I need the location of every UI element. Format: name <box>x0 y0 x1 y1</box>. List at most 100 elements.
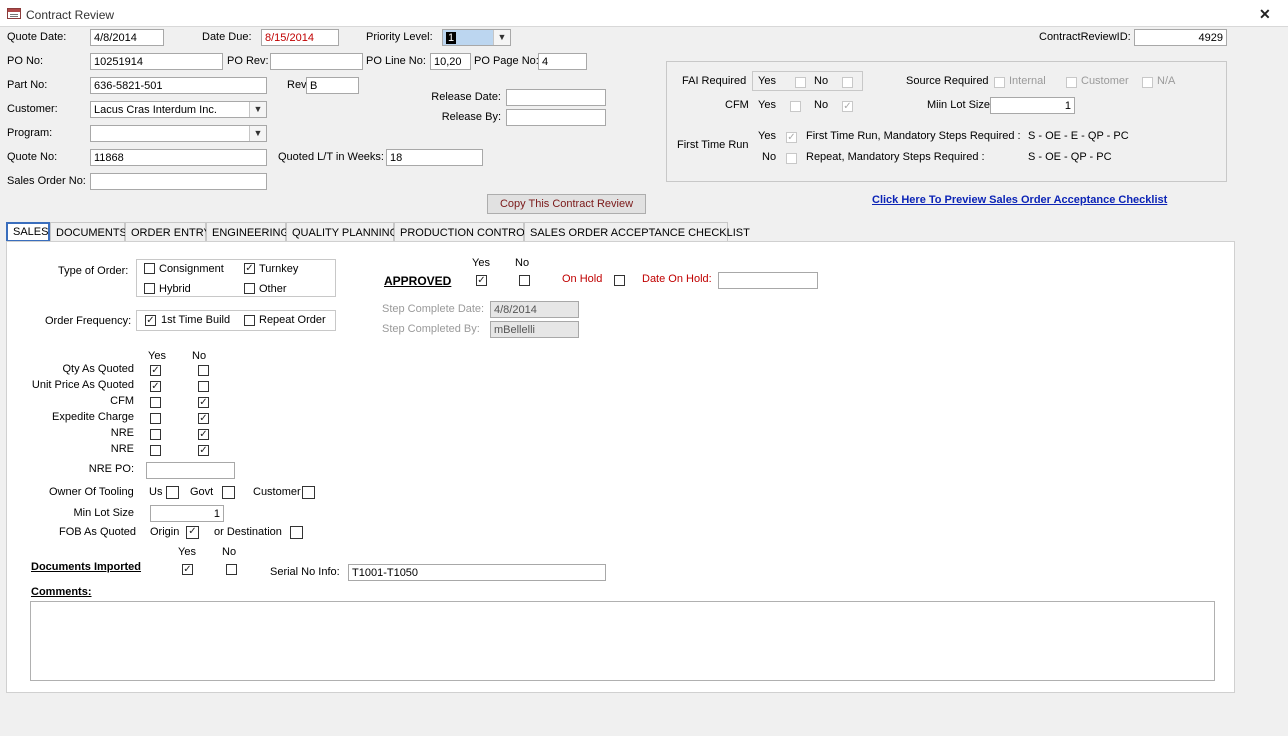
ftr-steps: S - OE - E - QP - PC <box>1028 130 1129 142</box>
tab-sales-order-acceptance-checklist[interactable]: SALES ORDER ACCEPTANCE CHECKLIST <box>524 222 750 242</box>
cfm-yes-checkbox[interactable] <box>790 101 801 112</box>
tab-sales[interactable]: SALES <box>6 222 50 242</box>
contract-review-id-input[interactable]: 4929 <box>1134 29 1227 46</box>
ftr-no-checkbox[interactable] <box>786 153 797 164</box>
fob-destination-checkbox[interactable] <box>290 526 303 539</box>
repeat-order-checkbox[interactable] <box>244 315 255 326</box>
tab-documents[interactable]: DOCUMENTS <box>50 222 127 242</box>
hybrid-checkbox[interactable] <box>144 283 155 294</box>
min-lot-size-sales-label: Min Lot Size <box>73 507 134 519</box>
po-line-no-input[interactable]: 10,20 <box>430 53 471 70</box>
min-lot-size-sales-input[interactable]: 1 <box>150 505 224 522</box>
fai-no-checkbox[interactable] <box>842 77 853 88</box>
tooling-us-checkbox[interactable] <box>166 486 179 499</box>
po-rev-input[interactable] <box>270 53 363 70</box>
quote-date-input[interactable]: 4/8/2014 <box>90 29 164 46</box>
release-date-label: Release Date: <box>431 91 501 103</box>
date-on-hold-input[interactable] <box>718 272 818 289</box>
program-combo[interactable]: ▼ <box>90 125 267 142</box>
approved-yes-checkbox[interactable]: ✓ <box>476 275 487 286</box>
tab-order-entry[interactable]: ORDER ENTRY <box>125 222 211 242</box>
fai-no-label: No <box>814 75 829 87</box>
fai-required-label: FAI Required <box>682 75 747 87</box>
on-hold-checkbox[interactable] <box>614 275 625 286</box>
priority-level-label: Priority Level: <box>366 31 433 43</box>
consignment-checkbox[interactable] <box>144 263 155 274</box>
chevron-down-icon[interactable]: ▼ <box>249 126 266 141</box>
fai-yes-checkbox[interactable] <box>795 77 806 88</box>
tab-engineering[interactable]: ENGINEERING <box>206 222 289 242</box>
form-icon <box>7 8 21 19</box>
source-internal-checkbox[interactable] <box>994 77 1005 88</box>
release-by-label: Release By: <box>441 111 501 123</box>
rev-input[interactable]: B <box>306 77 359 94</box>
comments-textarea[interactable] <box>30 601 1215 681</box>
step-completed-by-input[interactable]: mBellelli <box>490 321 579 338</box>
unit-price-no-checkbox[interactable] <box>198 381 209 392</box>
first-time-build-label: 1st Time Build <box>161 314 231 326</box>
copy-contract-review-button[interactable]: Copy This Contract Review <box>487 194 646 214</box>
qty-as-quoted-label: Qty As Quoted <box>62 363 134 375</box>
tooling-customer-checkbox[interactable] <box>302 486 315 499</box>
cfm-label: CFM <box>725 99 749 111</box>
sales-order-no-input[interactable] <box>90 173 267 190</box>
expedite-charge-yes-checkbox[interactable] <box>150 413 161 424</box>
chevron-down-icon[interactable]: ▼ <box>249 102 266 117</box>
cfm-row-no-checkbox[interactable]: ✓ <box>198 397 209 408</box>
quoted-lt-label: Quoted L/T in Weeks: <box>278 151 384 163</box>
tab-production-control[interactable]: PRODUCTION CONTROL <box>394 222 531 242</box>
approved-no-checkbox[interactable] <box>519 275 530 286</box>
quote-no-input[interactable]: 11868 <box>90 149 267 166</box>
qty-as-quoted-no-checkbox[interactable] <box>198 365 209 376</box>
nre-2-label: NRE <box>110 443 134 455</box>
min-lot-size-input[interactable]: 1 <box>990 97 1075 114</box>
serial-no-info-input[interactable]: T1001-T1050 <box>348 564 606 581</box>
first-time-build-checkbox[interactable]: ✓ <box>145 315 156 326</box>
release-by-input[interactable] <box>506 109 606 126</box>
po-no-label: PO No: <box>7 55 44 67</box>
fai-yes-label: Yes <box>758 75 776 87</box>
ftr-yes-label: Yes <box>758 130 776 142</box>
source-internal-label: Internal <box>1009 75 1046 87</box>
unit-price-as-quoted-label: Unit Price As Quoted <box>31 379 134 391</box>
cfm-no-checkbox[interactable]: ✓ <box>842 101 853 112</box>
nre-po-input[interactable] <box>146 462 235 479</box>
nre-2-yes-checkbox[interactable] <box>150 445 161 456</box>
ftr-yes-checkbox[interactable]: ✓ <box>786 132 797 143</box>
documents-imported-no-checkbox[interactable] <box>226 564 237 575</box>
priority-level-combo[interactable]: 1 ▼ <box>442 29 511 46</box>
tab-quality-planning[interactable]: QUALITY PLANNING <box>286 222 398 242</box>
chevron-down-icon[interactable]: ▼ <box>493 30 510 45</box>
po-page-no-input[interactable]: 4 <box>538 53 587 70</box>
cfm-row-label: CFM <box>110 395 134 407</box>
po-no-input[interactable]: 10251914 <box>90 53 223 70</box>
close-icon[interactable]: ✕ <box>1259 6 1271 23</box>
nre-yes-checkbox[interactable] <box>150 429 161 440</box>
fob-origin-checkbox[interactable]: ✓ <box>186 526 199 539</box>
part-no-input[interactable]: 636-5821-501 <box>90 77 267 94</box>
documents-imported-yes-checkbox[interactable]: ✓ <box>182 564 193 575</box>
date-due-input[interactable]: 8/15/2014 <box>261 29 339 46</box>
expedite-charge-no-checkbox[interactable]: ✓ <box>198 413 209 424</box>
step-complete-date-input[interactable]: 4/8/2014 <box>490 301 579 318</box>
release-date-input[interactable] <box>506 89 606 106</box>
source-customer-checkbox[interactable] <box>1066 77 1077 88</box>
date-due-label: Date Due: <box>202 31 252 43</box>
quoted-lt-input[interactable]: 18 <box>386 149 483 166</box>
nre-2-no-checkbox[interactable]: ✓ <box>198 445 209 456</box>
tooling-govt-checkbox[interactable] <box>222 486 235 499</box>
approved-label: APPROVED <box>384 274 452 288</box>
source-na-checkbox[interactable] <box>1142 77 1153 88</box>
other-checkbox[interactable] <box>244 283 255 294</box>
fob-destination-label: or Destination <box>214 526 282 538</box>
preview-checklist-link[interactable]: Click Here To Preview Sales Order Accept… <box>872 194 1167 206</box>
nre-no-checkbox[interactable]: ✓ <box>198 429 209 440</box>
serial-no-info-label: Serial No Info: <box>270 566 340 578</box>
tooling-govt-label: Govt <box>190 486 214 498</box>
unit-price-yes-checkbox[interactable]: ✓ <box>150 381 161 392</box>
hybrid-label: Hybrid <box>159 283 191 295</box>
turnkey-checkbox[interactable]: ✓ <box>244 263 255 274</box>
qty-as-quoted-yes-checkbox[interactable]: ✓ <box>150 365 161 376</box>
customer-combo[interactable]: Lacus Cras Interdum Inc. ▼ <box>90 101 267 118</box>
cfm-row-yes-checkbox[interactable] <box>150 397 161 408</box>
